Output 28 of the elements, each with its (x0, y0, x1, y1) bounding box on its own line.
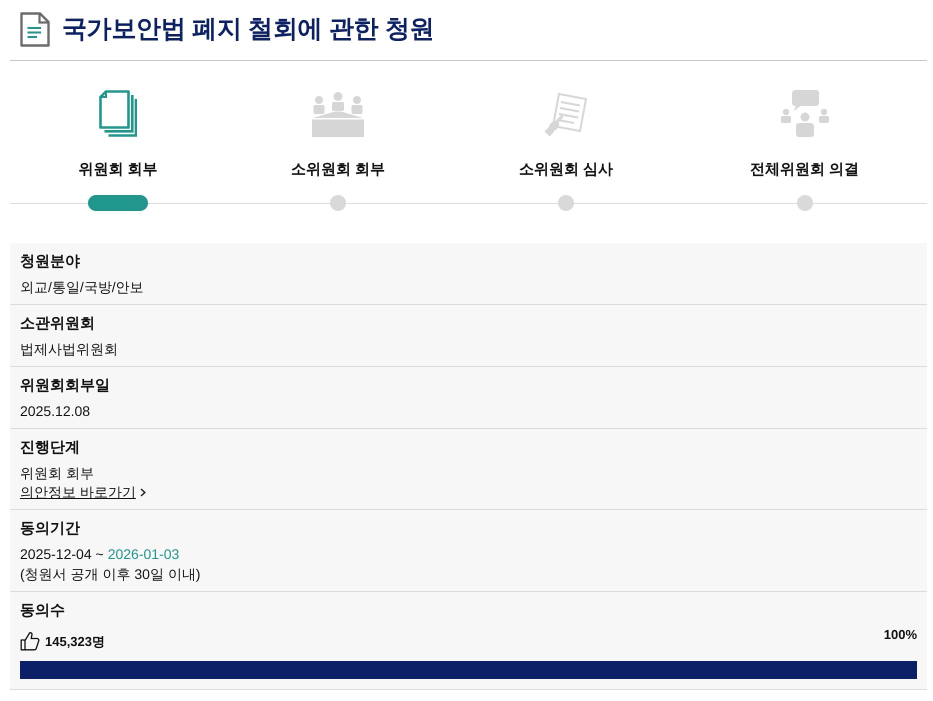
step-label: 전체위원회 의결 (750, 160, 860, 180)
detail-label: 소관위원회 (20, 314, 95, 334)
detail-label: 진행단계 (20, 438, 80, 458)
bill-info-link[interactable]: 의안정보 바로가기 (20, 483, 136, 502)
hand-document-icon (544, 91, 588, 137)
pages-stack-icon (99, 90, 137, 137)
thumbs-up-icon (20, 631, 40, 651)
conference-table-icon (312, 92, 364, 137)
detail-value: 2025.12.08 (20, 402, 90, 421)
detail-value: 외교/통일/국방/안보 (20, 278, 144, 297)
page-title: 국가보안법 폐지 철회에 관한 청원 (62, 14, 434, 45)
detail-value: 법제사법위원회 (20, 340, 118, 359)
detail-label: 위원회회부일 (20, 376, 110, 396)
step-label: 소위원회 심사 (518, 160, 614, 180)
detail-value: 위원회 회부 (20, 464, 94, 483)
step-label: 소위원회 회부 (290, 160, 386, 180)
step-label: 위원회 회부 (78, 160, 158, 180)
detail-label: 동의기간 (20, 519, 80, 539)
chevron-right-icon (140, 488, 146, 497)
detail-label: 동의수 (20, 601, 65, 621)
detail-label: 청원분야 (20, 252, 80, 272)
period-end: 2026-01-03 (108, 545, 180, 564)
signature-count: 145,323명 (45, 633, 105, 651)
period-note: (청원서 공개 이후 30일 이내) (20, 565, 200, 584)
period-start: 2025-12-04 ~ (20, 545, 104, 564)
people-speech-bubble-icon (780, 90, 828, 137)
document-icon (20, 12, 50, 47)
percent-text: 100% (884, 626, 917, 644)
